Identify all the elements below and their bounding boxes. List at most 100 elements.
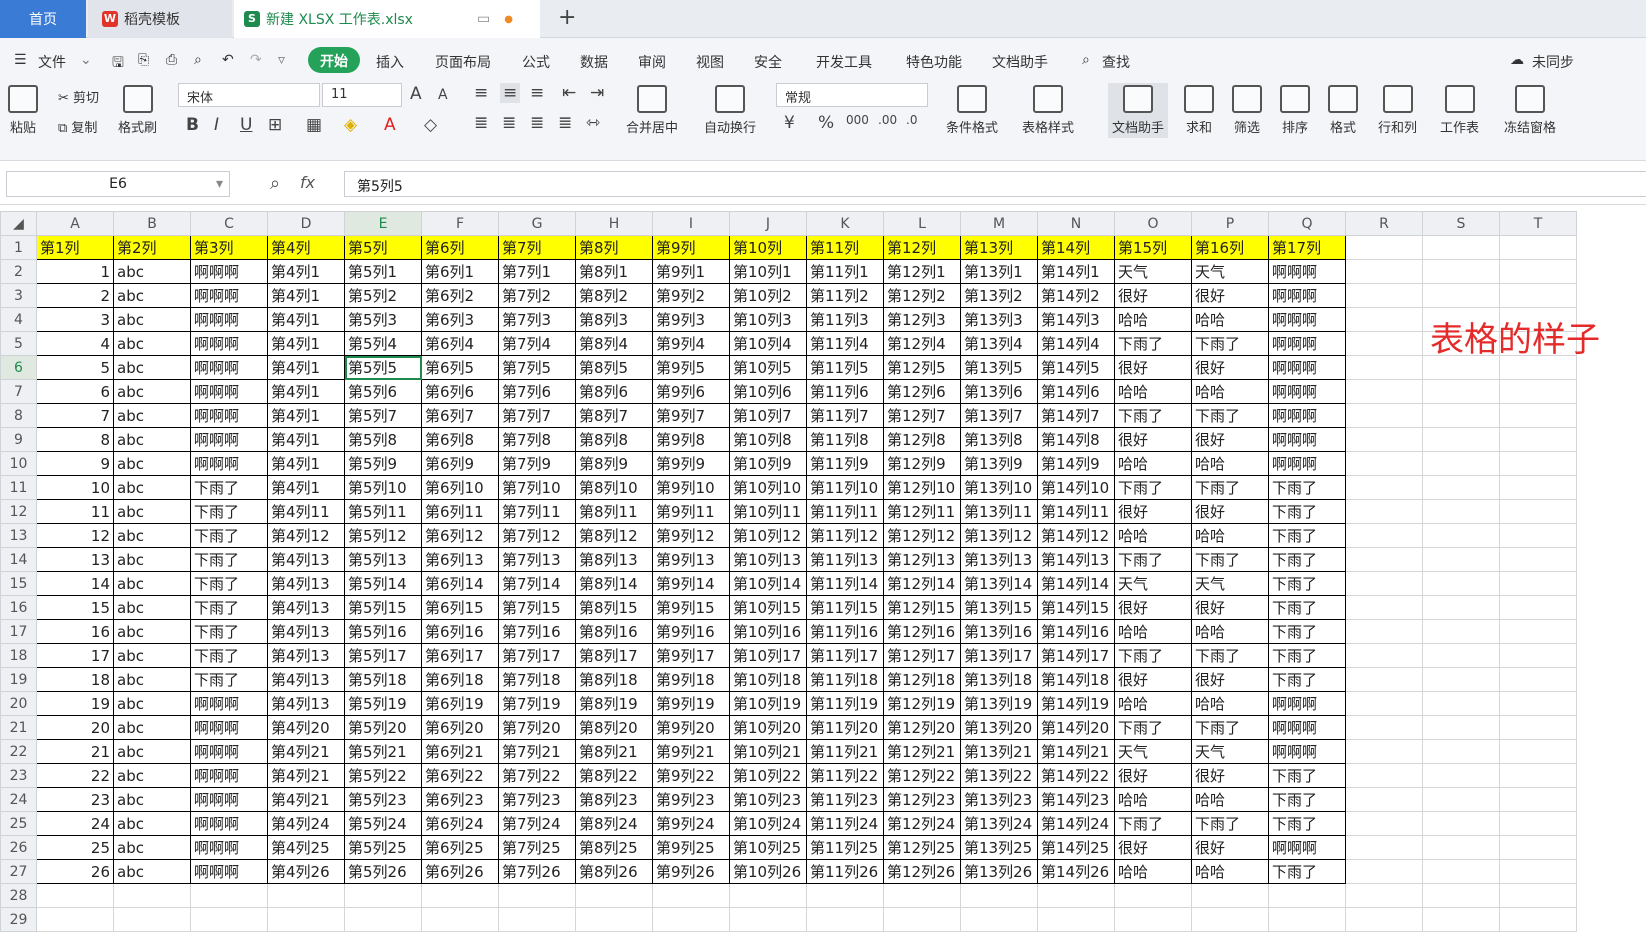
cell-N16[interactable]: 第14列15: [1037, 595, 1115, 620]
cell-F1[interactable]: 第6列: [421, 235, 499, 260]
cell-Q5[interactable]: 啊啊啊: [1268, 331, 1346, 356]
menu-developer[interactable]: 开发工具: [816, 52, 872, 72]
freeze-panes-button[interactable]: 冻结窗格: [1504, 85, 1556, 136]
cell-C3[interactable]: 啊啊啊: [190, 283, 268, 308]
cell-E5[interactable]: 第5列4: [344, 331, 422, 356]
cell-M17[interactable]: 第13列16: [960, 619, 1038, 644]
cell-P2[interactable]: 天气: [1191, 259, 1269, 284]
cell-A1[interactable]: 第1列: [36, 235, 114, 260]
cell-O4[interactable]: 哈哈: [1114, 307, 1192, 332]
cell-P15[interactable]: 天气: [1191, 571, 1269, 596]
cell-P5[interactable]: 下雨了: [1191, 331, 1269, 356]
cell-G24[interactable]: 第7列23: [498, 787, 576, 812]
cell-Q14[interactable]: 下雨了: [1268, 547, 1346, 572]
cell-N23[interactable]: 第14列22: [1037, 763, 1115, 788]
cell-T29[interactable]: [1499, 907, 1577, 932]
cell-Q13[interactable]: 下雨了: [1268, 523, 1346, 548]
cell-K6[interactable]: 第11列5: [806, 355, 884, 380]
cell-Q23[interactable]: 下雨了: [1268, 763, 1346, 788]
cell-Q17[interactable]: 下雨了: [1268, 619, 1346, 644]
cell-O2[interactable]: 天气: [1114, 259, 1192, 284]
cell-J23[interactable]: 第10列22: [729, 763, 807, 788]
cell-Q1[interactable]: 第17列: [1268, 235, 1346, 260]
hamburger-icon[interactable]: ☰: [14, 52, 27, 68]
cell-G19[interactable]: 第7列18: [498, 667, 576, 692]
cell-J2[interactable]: 第10列1: [729, 259, 807, 284]
cell-S21[interactable]: [1422, 715, 1500, 740]
cell-H20[interactable]: 第8列19: [575, 691, 653, 716]
cell-C16[interactable]: 下雨了: [190, 595, 268, 620]
cell-R28[interactable]: [1345, 883, 1423, 908]
cell-J17[interactable]: 第10列16: [729, 619, 807, 644]
cell-T13[interactable]: [1499, 523, 1577, 548]
cell-T12[interactable]: [1499, 499, 1577, 524]
menu-data[interactable]: 数据: [580, 52, 608, 72]
wrap-text-button[interactable]: 自动换行: [704, 85, 756, 136]
cell-O15[interactable]: 天气: [1114, 571, 1192, 596]
cell-F20[interactable]: 第6列19: [421, 691, 499, 716]
cell-L7[interactable]: 第12列6: [883, 379, 961, 404]
cell-Q29[interactable]: [1268, 907, 1346, 932]
cell-G21[interactable]: 第7列20: [498, 715, 576, 740]
cell-H16[interactable]: 第8列15: [575, 595, 653, 620]
cell-P1[interactable]: 第16列: [1191, 235, 1269, 260]
cell-B25[interactable]: abc: [113, 811, 191, 836]
cell-B15[interactable]: abc: [113, 571, 191, 596]
cell-I25[interactable]: 第9列24: [652, 811, 730, 836]
cell-O13[interactable]: 哈哈: [1114, 523, 1192, 548]
cell-H12[interactable]: 第8列11: [575, 499, 653, 524]
cell-J12[interactable]: 第10列11: [729, 499, 807, 524]
cell-F12[interactable]: 第6列11: [421, 499, 499, 524]
cell-J15[interactable]: 第10列14: [729, 571, 807, 596]
cell-B17[interactable]: abc: [113, 619, 191, 644]
cell-M8[interactable]: 第13列7: [960, 403, 1038, 428]
cell-A3[interactable]: 2: [36, 283, 114, 308]
cell-E12[interactable]: 第5列11: [344, 499, 422, 524]
cell-F3[interactable]: 第6列2: [421, 283, 499, 308]
filter-button[interactable]: 筛选: [1232, 85, 1262, 136]
cell-K2[interactable]: 第11列1: [806, 259, 884, 284]
cell-A2[interactable]: 1: [36, 259, 114, 284]
cell-D25[interactable]: 第4列24: [267, 811, 345, 836]
cell-J29[interactable]: [729, 907, 807, 932]
cell-H13[interactable]: 第8列12: [575, 523, 653, 548]
monitor-icon[interactable]: ▭: [477, 11, 490, 27]
cell-R23[interactable]: [1345, 763, 1423, 788]
cell-T17[interactable]: [1499, 619, 1577, 644]
column-header-R[interactable]: R: [1345, 211, 1423, 236]
cell-E26[interactable]: 第5列25: [344, 835, 422, 860]
cell-I13[interactable]: 第9列12: [652, 523, 730, 548]
cell-M12[interactable]: 第13列11: [960, 499, 1038, 524]
row-header-7[interactable]: 7: [0, 379, 37, 404]
cell-P27[interactable]: 哈哈: [1191, 859, 1269, 884]
cell-S1[interactable]: [1422, 235, 1500, 260]
cell-K29[interactable]: [806, 907, 884, 932]
cell-P20[interactable]: 哈哈: [1191, 691, 1269, 716]
cell-O17[interactable]: 哈哈: [1114, 619, 1192, 644]
cell-A5[interactable]: 4: [36, 331, 114, 356]
cell-G10[interactable]: 第7列9: [498, 451, 576, 476]
cell-G1[interactable]: 第7列: [498, 235, 576, 260]
cell-P24[interactable]: 哈哈: [1191, 787, 1269, 812]
cell-Q20[interactable]: 啊啊啊: [1268, 691, 1346, 716]
cell-R10[interactable]: [1345, 451, 1423, 476]
cell-H10[interactable]: 第8列9: [575, 451, 653, 476]
indent-icon[interactable]: ⇥: [590, 83, 604, 103]
conditional-format-button[interactable]: 条件格式: [946, 85, 998, 136]
cell-O22[interactable]: 天气: [1114, 739, 1192, 764]
cell-T21[interactable]: [1499, 715, 1577, 740]
row-header-27[interactable]: 27: [0, 859, 37, 884]
cell-Q10[interactable]: 啊啊啊: [1268, 451, 1346, 476]
cell-K18[interactable]: 第11列17: [806, 643, 884, 668]
row-header-11[interactable]: 11: [0, 475, 37, 500]
cell-D17[interactable]: 第4列13: [267, 619, 345, 644]
cell-B18[interactable]: abc: [113, 643, 191, 668]
cell-A14[interactable]: 13: [36, 547, 114, 572]
cell-A19[interactable]: 18: [36, 667, 114, 692]
cell-M2[interactable]: 第13列1: [960, 259, 1038, 284]
cell-D7[interactable]: 第4列1: [267, 379, 345, 404]
cell-A9[interactable]: 8: [36, 427, 114, 452]
cell-A22[interactable]: 21: [36, 739, 114, 764]
cell-R4[interactable]: [1345, 307, 1423, 332]
cell-K28[interactable]: [806, 883, 884, 908]
